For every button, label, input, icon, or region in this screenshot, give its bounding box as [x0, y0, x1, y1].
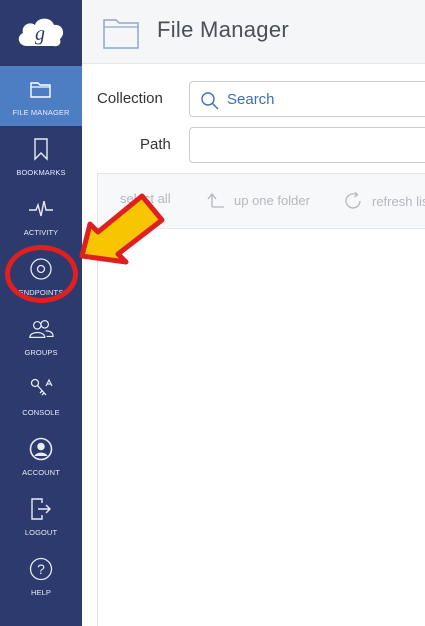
sidebar-item-label: CONSOLE — [22, 408, 60, 417]
sidebar-item-label: GROUPS — [24, 348, 58, 357]
sidebar-item-label: ENDPOINTS — [18, 288, 64, 297]
sidebar-item-label: BOOKMARKS — [16, 168, 66, 177]
sidebar-item-label: FILE MANAGER — [12, 108, 70, 117]
globus-logo[interactable]: g — [0, 0, 82, 64]
up-arrow-icon — [207, 192, 224, 208]
refresh-list-label: refresh list — [372, 193, 425, 209]
file-toolbar: select all up one folder refresh list — [98, 174, 425, 229]
sidebar-item-label: LOGOUT — [24, 528, 58, 537]
collection-search-input[interactable]: Search — [189, 81, 425, 117]
sidebar-item-console[interactable]: CONSOLE — [0, 366, 82, 426]
bookmark-icon — [28, 136, 54, 162]
sidebar-item-activity[interactable]: ACTIVITY — [0, 186, 82, 246]
endpoints-icon — [28, 256, 54, 282]
svg-text:?: ? — [37, 561, 45, 577]
refresh-list-button[interactable]: refresh list — [344, 191, 425, 211]
sidebar-item-file-manager[interactable]: FILE MANAGER — [0, 66, 82, 126]
path-label: Path — [140, 136, 171, 153]
activity-pulse-icon — [28, 196, 54, 222]
page-title: File Manager — [157, 17, 289, 42]
svg-text:g: g — [35, 23, 45, 45]
sidebar-item-endpoints[interactable]: ENDPOINTS — [0, 246, 82, 306]
sidebar-item-label: ACCOUNT — [22, 468, 60, 477]
help-icon: ? — [28, 556, 54, 582]
account-icon — [28, 436, 54, 462]
up-one-folder-label: up one folder — [234, 192, 310, 208]
sidebar-nav: FILE MANAGER BOOKMARKS ACTIVITY ENDPOINT… — [0, 66, 82, 606]
select-all-button[interactable]: select all — [120, 191, 171, 206]
console-icon — [28, 376, 54, 402]
logout-icon — [28, 496, 54, 522]
groups-icon — [28, 316, 54, 342]
folder-icon — [102, 14, 142, 55]
collection-label: Collection — [97, 90, 163, 107]
sidebar-item-logout[interactable]: LOGOUT — [0, 486, 82, 546]
page-header: File Manager — [82, 0, 425, 64]
path-input[interactable] — [189, 127, 425, 163]
search-placeholder: Search — [227, 91, 275, 108]
search-icon — [200, 91, 220, 116]
sidebar-item-label: ACTIVITY — [23, 228, 59, 237]
select-all-label: select all — [120, 191, 171, 206]
folder-icon — [28, 76, 54, 102]
sidebar-item-help[interactable]: ? HELP — [0, 546, 82, 606]
sidebar-item-account[interactable]: ACCOUNT — [0, 426, 82, 486]
sidebar-item-bookmarks[interactable]: BOOKMARKS — [0, 126, 82, 186]
up-one-folder-button[interactable]: up one folder — [206, 191, 310, 209]
refresh-icon — [345, 191, 361, 209]
sidebar-item-groups[interactable]: GROUPS — [0, 306, 82, 366]
file-list-panel: select all up one folder refresh list — [97, 173, 425, 626]
sidebar: g FILE MANAGER BOOKMARKS ACTIVITY ENDPOI… — [0, 0, 82, 626]
sidebar-item-label: HELP — [31, 588, 51, 597]
